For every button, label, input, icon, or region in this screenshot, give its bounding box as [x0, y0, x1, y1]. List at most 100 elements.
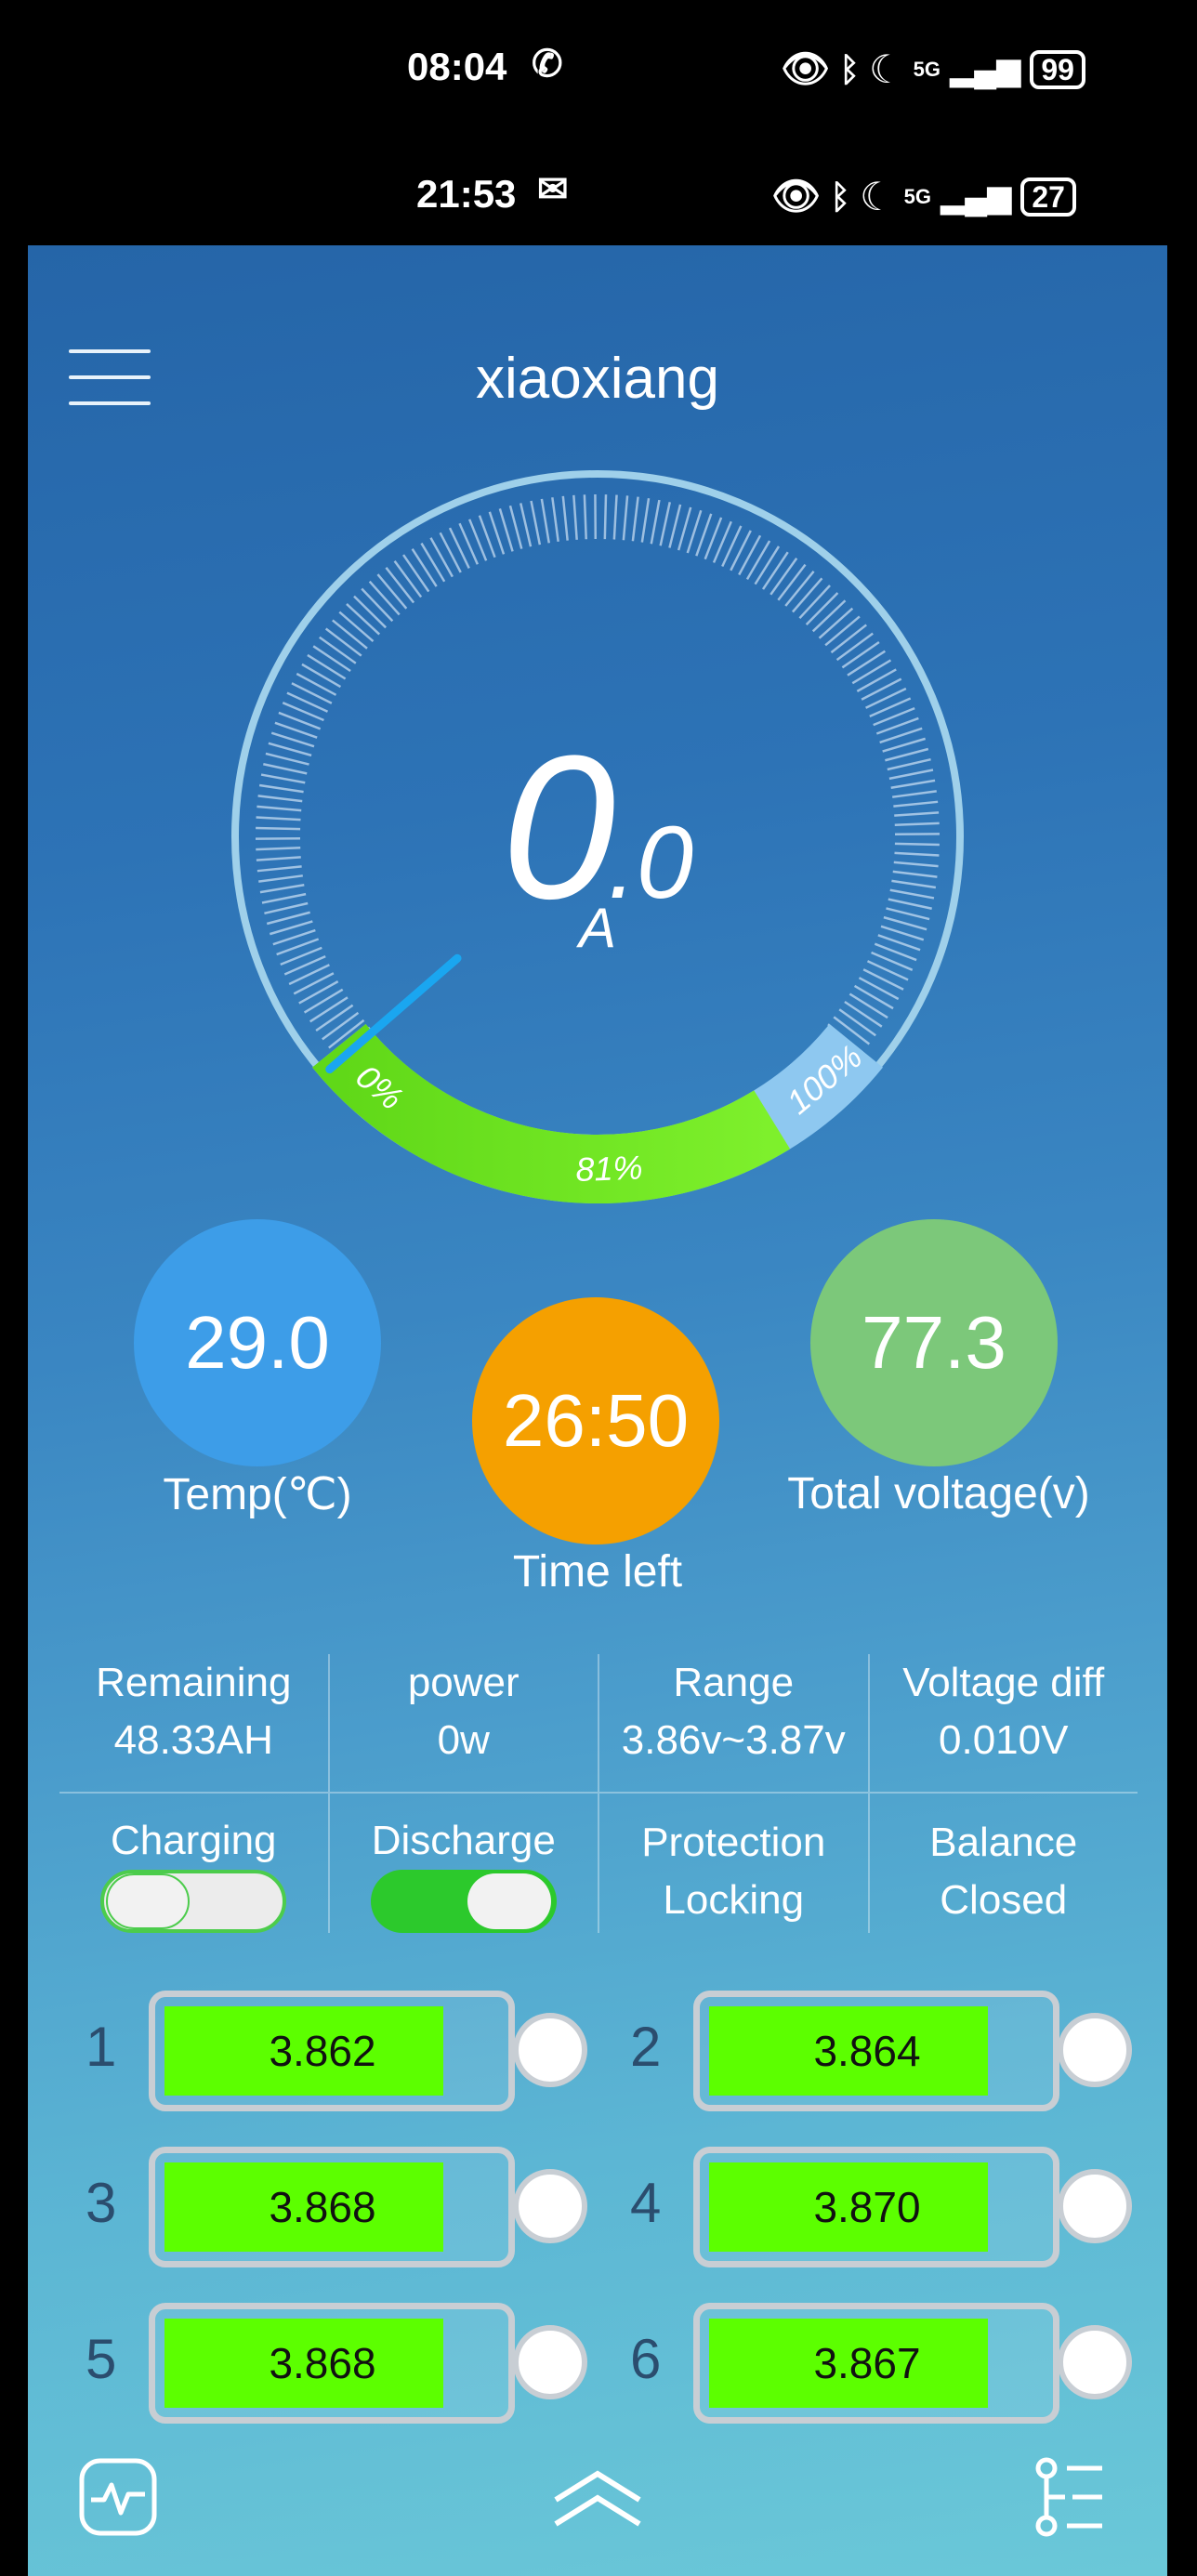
- gauge-tick: [777, 563, 807, 601]
- soc-arc: [312, 1023, 791, 1203]
- charging-label: Charging: [110, 1818, 277, 1863]
- time-left-circle: 26:50: [472, 1297, 719, 1544]
- gauge-tick: [540, 498, 550, 544]
- cell-voltage: 3.868: [269, 2183, 376, 2231]
- cell-index: 2: [630, 2016, 662, 2078]
- battery-icon: 99: [1030, 49, 1085, 89]
- gauge-tick: [303, 988, 344, 1014]
- gauge-tick: [298, 980, 339, 1005]
- gauge-tick: [730, 530, 752, 572]
- activity-monitor-icon[interactable]: [78, 2457, 158, 2537]
- discharge-label: Discharge: [371, 1818, 556, 1863]
- cell-battery-bar: 3.868: [149, 2303, 515, 2424]
- gauge-tick: [319, 636, 357, 664]
- gauge-tick: [640, 497, 651, 543]
- power-label: power: [407, 1660, 520, 1705]
- cell-voltage: 3.862: [269, 2027, 376, 2075]
- eye-icon: 👁: [771, 174, 822, 217]
- gauge-tick: [631, 496, 639, 542]
- gauge-tick: [721, 525, 743, 568]
- gauge-tick: [866, 960, 909, 981]
- gauge-tick: [841, 641, 880, 669]
- moon-icon: ☾: [859, 175, 895, 218]
- charging-cell: Charging: [59, 1794, 328, 1933]
- gauge-tick: [853, 984, 894, 1010]
- cell-battery-bar: 3.868: [149, 2147, 515, 2267]
- cell-row: 4 3.870: [572, 2147, 1167, 2267]
- time-left-value: 26:50: [502, 1379, 690, 1462]
- gauge-tick: [861, 677, 902, 701]
- cell-row: 3 3.868: [28, 2147, 623, 2267]
- gauge-tick: [332, 619, 368, 650]
- remaining-cell: Remaining 48.33AH: [59, 1654, 328, 1792]
- gauge-tick: [411, 547, 438, 587]
- gauge-tick: [838, 1008, 876, 1037]
- remaining-label: Remaining: [96, 1660, 292, 1705]
- gauge-tick: [851, 659, 892, 685]
- gauge-tick: [324, 627, 362, 657]
- cell-voltage: 3.870: [813, 2183, 921, 2231]
- gauge-tick: [798, 585, 831, 620]
- cell-battery-bar: 3.867: [693, 2303, 1059, 2424]
- gauge-tick: [668, 504, 682, 548]
- gauge-tick: [824, 615, 861, 647]
- timeline-list-icon[interactable]: [1032, 2457, 1106, 2537]
- cell-index: 3: [86, 2172, 117, 2234]
- cell-balance-indicator: [1058, 2325, 1132, 2399]
- gauge-tick: [603, 494, 608, 540]
- power-value: 0w: [437, 1717, 490, 1763]
- range-cell: Range 3.86v~3.87v: [598, 1654, 868, 1792]
- protection-value: Locking: [663, 1877, 805, 1923]
- cell-row: 5 3.868: [28, 2303, 623, 2424]
- temperature-value: 29.0: [185, 1301, 330, 1384]
- gauge-tick: [530, 500, 542, 545]
- charging-toggle[interactable]: [100, 1870, 287, 1933]
- gauge-tick: [677, 506, 692, 551]
- gauge-tick: [622, 495, 629, 541]
- voltage-diff-label: Voltage diff: [902, 1660, 1105, 1705]
- discharge-toggle[interactable]: [370, 1870, 557, 1933]
- gauge-tick: [368, 580, 401, 616]
- bluetooth-icon: ᛒ: [830, 177, 850, 216]
- gauge-tick: [862, 968, 904, 991]
- voltage-diff-value: 0.010V: [939, 1717, 1069, 1763]
- messenger-icon: ✉: [537, 169, 569, 210]
- gauge-tick: [770, 558, 798, 596]
- current-unit: A: [578, 897, 617, 959]
- inner-status-bar: 21:53 ✉ 👁 ᛒ ☾ 5G ▂▄▆ 27: [0, 163, 1197, 228]
- gauge-tick: [448, 527, 470, 569]
- gauge-tick: [858, 977, 900, 1001]
- gauge-tick: [650, 499, 661, 545]
- viber-icon: ✆: [532, 44, 563, 85]
- gauge-tick: [561, 495, 569, 541]
- temperature-circle: 29.0: [134, 1219, 381, 1466]
- gauge-tick: [811, 599, 847, 633]
- gauge-tick: [439, 532, 462, 573]
- stats-grid: Remaining 48.33AH power 0w Range 3.86v~3…: [59, 1654, 1138, 1933]
- cell-index: 1: [86, 2016, 117, 2078]
- gauge-tick: [286, 691, 329, 713]
- gauge-tick: [791, 577, 823, 613]
- status-time: 21:53: [416, 172, 517, 216]
- voltage-diff-cell: Voltage diff 0.010V: [867, 1654, 1138, 1792]
- cell-balance-indicator: [1058, 2169, 1132, 2243]
- cell-voltage: 3.867: [813, 2339, 921, 2387]
- gauge-tick: [420, 542, 446, 583]
- total-voltage-label: Total voltage(v): [787, 1469, 1090, 1518]
- gauge-tick: [315, 1004, 354, 1032]
- gauge-tick: [296, 672, 337, 696]
- double-chevron-up-icon[interactable]: [548, 2466, 647, 2531]
- bms-app: xiaoxiang 0% 81% 100% 0.0 A 29.0 Temp(℃)…: [28, 245, 1167, 2576]
- outer-status-bar: 08:04 ✆ 👁 ᛒ ☾ 5G ▂▄▆ 99: [0, 37, 1197, 102]
- gauge-tick: [659, 502, 671, 546]
- gauge-tick: [385, 567, 415, 604]
- cell-index: 5: [86, 2328, 117, 2390]
- balance-label: Balance: [929, 1820, 1078, 1865]
- gauge-tick: [429, 537, 454, 578]
- gauge-tick: [393, 560, 423, 598]
- eye-icon: 👁: [781, 46, 831, 90]
- gauge-tick: [376, 573, 408, 610]
- gauge-tick: [312, 645, 351, 673]
- cell-row: 2 3.864: [572, 1991, 1167, 2111]
- cell-voltage: 3.864: [813, 2027, 921, 2075]
